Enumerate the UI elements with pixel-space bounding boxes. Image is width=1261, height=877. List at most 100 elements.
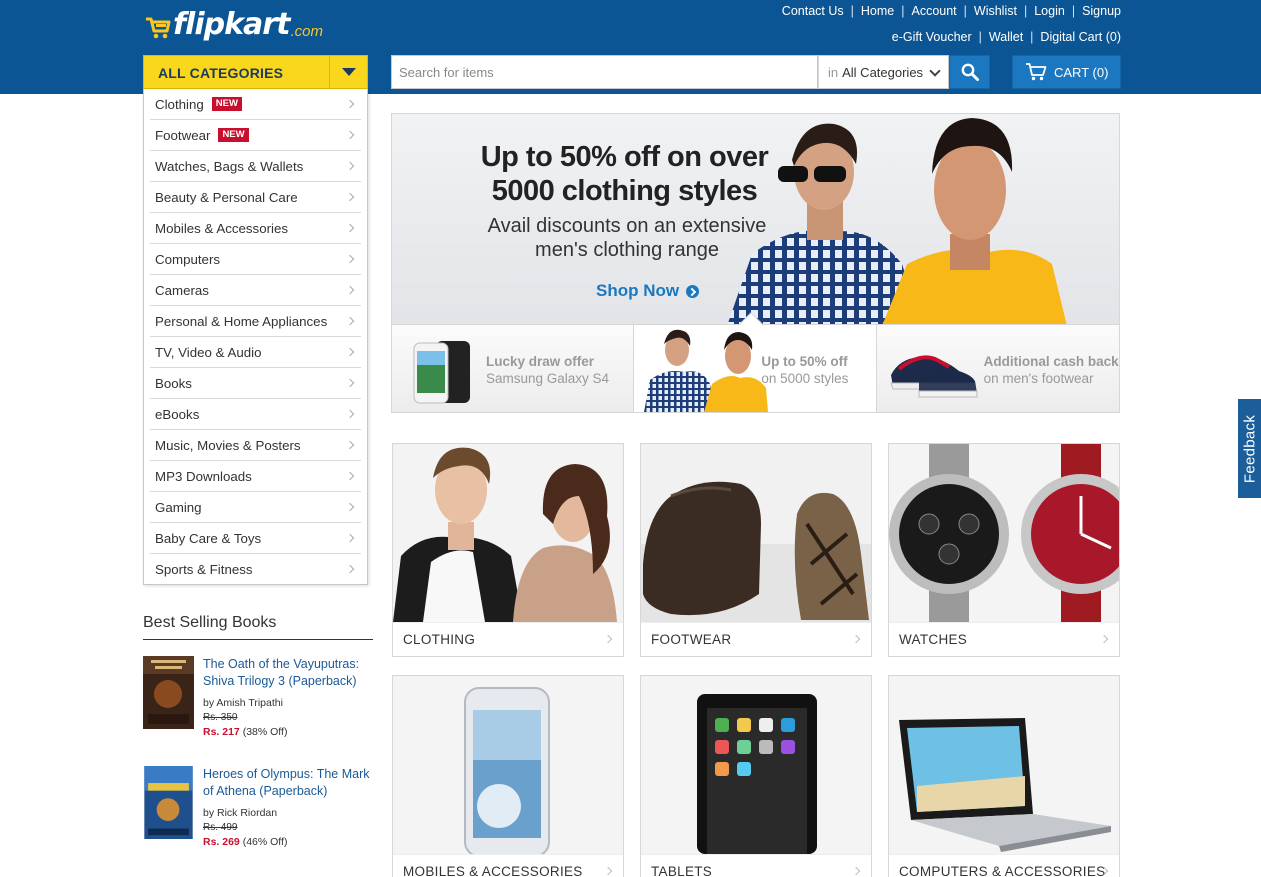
chevron-right-icon — [851, 866, 861, 876]
category-item-beauty[interactable]: Beauty & Personal Care — [150, 182, 361, 213]
category-item-music[interactable]: Music, Movies & Posters — [150, 430, 361, 461]
digital-cart-link[interactable]: Digital Cart (0) — [1040, 30, 1121, 44]
wallet-link[interactable]: Wallet — [989, 30, 1023, 44]
search-input[interactable] — [392, 56, 817, 88]
cart-icon — [1026, 63, 1047, 81]
chevron-right-icon — [345, 440, 355, 450]
category-label: Clothing — [155, 96, 204, 112]
all-categories-button[interactable]: ALL CATEGORIES — [143, 55, 368, 89]
category-item-appliances[interactable]: Personal & Home Appliances — [150, 306, 361, 337]
account-link[interactable]: Account — [911, 4, 956, 18]
login-link[interactable]: Login — [1034, 4, 1065, 18]
category-label: Sports & Fitness — [155, 562, 253, 577]
chevron-right-icon — [345, 347, 355, 357]
hero-sub-line-1: Avail discounts on an extensive — [487, 215, 767, 237]
promo-footwear-cashback[interactable]: Additional cash back on men's footwear — [876, 325, 1119, 412]
book-cover-image[interactable] — [143, 656, 194, 729]
egift-voucher-link[interactable]: e-Gift Voucher — [892, 30, 972, 44]
category-item-cameras[interactable]: Cameras — [150, 275, 361, 306]
category-label: Baby Care & Toys — [155, 530, 262, 546]
search-category-prefix: in — [828, 64, 839, 80]
search-category-select[interactable]: in All Categories — [818, 55, 949, 89]
promo-clothing[interactable]: Up to 50% off on 5000 styles — [634, 312, 877, 412]
chevron-right-icon — [603, 634, 613, 644]
promo-title: Lucky draw offer — [486, 354, 595, 369]
chevron-down-icon — [929, 65, 941, 77]
book-price-line: Rs. 269 (46% Off) — [203, 836, 287, 848]
feedback-label: Feedback — [1241, 414, 1258, 483]
book-title-link[interactable]: Heroes of Olympus: The Mark of Athena (P… — [203, 766, 373, 800]
category-item-sports[interactable]: Sports & Fitness — [150, 554, 361, 585]
book-mrp: Rs. 350 — [203, 712, 238, 723]
logo-cart-icon — [146, 17, 171, 39]
logo-wordmark: flipkart — [173, 7, 290, 42]
chevron-right-icon — [345, 564, 355, 574]
wishlist-link[interactable]: Wishlist — [974, 4, 1017, 18]
shoes-image — [889, 355, 978, 398]
category-label: Watches, Bags & Wallets — [155, 158, 304, 174]
category-label: Mobiles & Accessories — [155, 220, 289, 236]
chevron-right-icon — [345, 161, 355, 171]
book-discount: (46% Off) — [242, 836, 288, 848]
category-item-books[interactable]: Books — [150, 368, 361, 399]
chevron-right-icon — [345, 409, 355, 419]
tile-label-text: WATCHES — [899, 632, 968, 647]
hero-banner[interactable]: Up to 50% off on over 5000 clothing styl… — [391, 113, 1120, 325]
signup-link[interactable]: Signup — [1082, 4, 1121, 18]
promo-strip: Lucky draw offer Samsung Galaxy S4 Up to… — [391, 312, 1120, 413]
contact-us-link[interactable]: Contact Us — [782, 4, 844, 18]
category-label: Books — [155, 375, 192, 391]
flipkart-logo[interactable]: flipkart .com — [145, 6, 323, 44]
book-title-link[interactable]: The Oath of the Vayuputras: Shiva Trilog… — [203, 656, 373, 690]
hero-headline-line-2: 5000 clothing styles — [491, 175, 758, 207]
search-box — [391, 55, 818, 89]
category-item-computers[interactable]: Computers — [150, 244, 361, 275]
category-item-ebooks[interactable]: eBooks — [150, 399, 361, 430]
cart-button[interactable]: CART (0) — [1012, 55, 1121, 89]
chevron-right-icon — [345, 502, 355, 512]
chevron-right-icon — [851, 634, 861, 644]
tile-footwear[interactable]: FOOTWEAR — [640, 443, 872, 657]
all-categories-label: ALL CATEGORIES — [158, 65, 284, 81]
chevron-right-icon — [345, 223, 355, 233]
category-item-mobiles[interactable]: Mobiles & Accessories — [150, 213, 361, 244]
tile-tablets[interactable]: TABLETS — [640, 675, 872, 877]
category-label: Music, Movies & Posters — [155, 437, 301, 453]
chevron-right-icon — [345, 471, 355, 481]
category-item-clothing[interactable]: Clothing NEW — [150, 89, 361, 120]
promo-subtitle: on 5000 styles — [761, 371, 849, 386]
tile-computers[interactable]: COMPUTERS & ACCESSORIES — [888, 675, 1120, 877]
tile-label: FOOTWEAR — [641, 622, 871, 656]
tile-watches[interactable]: WATCHES — [888, 443, 1120, 657]
tile-label: TABLETS — [641, 854, 871, 877]
category-item-baby[interactable]: Baby Care & Toys — [150, 523, 361, 554]
sub-links: e-Gift Voucher | Wallet | Digital Cart (0) — [891, 30, 1121, 44]
home-link[interactable]: Home — [861, 4, 894, 18]
search-button[interactable] — [949, 55, 990, 89]
tile-label: CLOTHING — [393, 622, 623, 656]
chevron-right-icon — [345, 316, 355, 326]
shop-now-button[interactable]: Shop Now — [596, 281, 700, 301]
tile-label: COMPUTERS & ACCESSORIES — [889, 854, 1119, 877]
category-item-tv[interactable]: TV, Video & Audio — [150, 337, 361, 368]
logo-suffix: .com — [290, 23, 323, 40]
chevron-right-icon — [1099, 634, 1109, 644]
tile-mobiles[interactable]: MOBILES & ACCESSORIES — [392, 675, 624, 877]
category-item-mp3[interactable]: MP3 Downloads — [150, 461, 361, 492]
category-item-watches[interactable]: Watches, Bags & Wallets — [150, 151, 361, 182]
category-label: Cameras — [155, 282, 209, 298]
category-item-gaming[interactable]: Gaming — [150, 492, 361, 523]
tile-label: WATCHES — [889, 622, 1119, 656]
feedback-tab[interactable]: Feedback — [1237, 398, 1261, 499]
chevron-right-icon — [345, 130, 355, 140]
chevron-right-icon — [345, 533, 355, 543]
promo-title: Additional cash back — [983, 354, 1119, 369]
tile-clothing[interactable]: CLOTHING — [392, 443, 624, 657]
book-cover-image[interactable] — [143, 766, 194, 839]
chevron-right-icon — [345, 254, 355, 264]
category-item-footwear[interactable]: Footwear NEW — [150, 120, 361, 151]
new-badge: NEW — [211, 97, 242, 111]
mobile-image — [393, 676, 623, 854]
promo-lucky-draw[interactable]: Lucky draw offer Samsung Galaxy S4 — [392, 325, 635, 412]
shop-now-label: Shop Now — [596, 281, 680, 300]
